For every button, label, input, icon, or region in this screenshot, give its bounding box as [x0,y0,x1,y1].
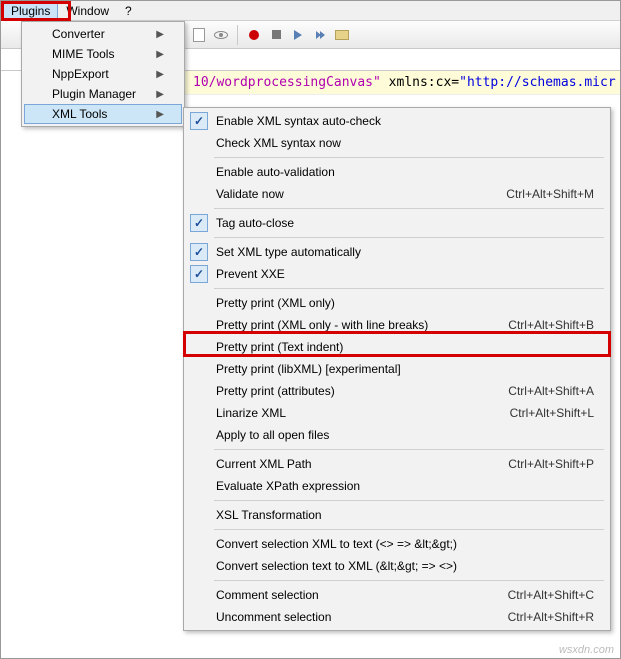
mi-label: Pretty print (Text indent) [216,339,343,355]
shortcut: Ctrl+Alt+Shift+P [508,456,594,472]
mi-pretty-print-xml-linebreaks[interactable]: Pretty print (XML only - with line break… [186,314,608,336]
check-icon: ✓ [190,243,208,261]
mi-label: Convert selection text to XML (&lt;&gt; … [216,558,457,574]
mi-comment-selection[interactable]: Comment selection Ctrl+Alt+Shift+C [186,584,608,606]
menu-mime-label: MIME Tools [52,47,114,61]
chevron-right-icon: ▶ [156,89,164,100]
editor-line[interactable]: 10/wordprocessingCanvas" xmlns:cx="http:… [185,71,620,95]
shortcut: Ctrl+Alt+Shift+B [508,317,594,333]
menu-xmltools-label: XML Tools [52,107,107,121]
chevron-right-icon: ▶ [156,29,164,40]
record-icon[interactable] [246,27,262,43]
menu-nppexport-label: NppExport [52,67,109,81]
code-attr: xmlns:cx [381,75,451,90]
stop-icon[interactable] [268,27,284,43]
mi-set-xml-type[interactable]: ✓ Set XML type automatically [186,241,608,263]
mi-label: Apply to all open files [216,427,329,443]
mi-label: Convert selection XML to text (<> => &lt… [216,536,457,552]
mi-label: Check XML syntax now [216,135,341,151]
menu-separator [214,237,604,238]
mi-convert-xml-to-text[interactable]: Convert selection XML to text (<> => &lt… [186,533,608,555]
shortcut: Ctrl+Alt+Shift+C [508,587,594,603]
menu-separator [214,449,604,450]
mi-xsl-transformation[interactable]: XSL Transformation [186,504,608,526]
mi-label: Enable XML syntax auto-check [216,113,381,129]
check-icon: ✓ [190,214,208,232]
plugins-dropdown: Converter ▶ MIME Tools ▶ NppExport ▶ Plugin… [21,21,185,127]
mi-label: Uncomment selection [216,609,331,625]
shortcut: Ctrl+Alt+Shift+R [508,609,594,625]
mi-label: Validate now [216,186,284,202]
mi-enable-auto-check[interactable]: ✓ Enable XML syntax auto-check [186,110,608,132]
shortcut: Ctrl+Alt+Shift+A [508,383,594,399]
mi-label: Set XML type automatically [216,244,361,260]
mi-label: Pretty print (attributes) [216,383,335,399]
mi-pretty-print-attributes[interactable]: Pretty print (attributes) Ctrl+Alt+Shift+… [186,380,608,402]
mi-label: Current XML Path [216,456,312,472]
mi-linarize-xml[interactable]: Linarize XML Ctrl+Alt+Shift+L [186,402,608,424]
mi-apply-all-files[interactable]: Apply to all open files [186,424,608,446]
check-icon: ✓ [190,265,208,283]
menu-separator [214,288,604,289]
mi-uncomment-selection[interactable]: Uncomment selection Ctrl+Alt+Shift+R [186,606,608,628]
mi-current-xml-path[interactable]: Current XML Path Ctrl+Alt+Shift+P [186,453,608,475]
mi-label: Pretty print (XML only - with line break… [216,317,428,333]
menu-help[interactable]: ? [117,2,140,20]
chevron-right-icon: ▶ [156,49,164,60]
xml-tools-submenu: ✓ Enable XML syntax auto-check Check XML … [183,107,611,631]
mi-label: Linarize XML [216,405,286,421]
mi-evaluate-xpath[interactable]: Evaluate XPath expression [186,475,608,497]
mi-label: Evaluate XPath expression [216,478,360,494]
watermark-text: wsxdn.com [559,644,614,656]
menu-separator [214,529,604,530]
mi-label: Pretty print (XML only) [216,295,335,311]
mi-prevent-xxe[interactable]: ✓ Prevent XXE [186,263,608,285]
menu-separator [214,208,604,209]
menu-separator [214,580,604,581]
menu-mime-tools[interactable]: MIME Tools ▶ [24,44,182,64]
menu-window[interactable]: Window [58,2,117,20]
chevron-right-icon: ▶ [156,109,164,120]
toolbar-separator [237,25,238,45]
mi-label: Prevent XXE [216,266,285,282]
menubar: Plugins Window ? [1,1,620,21]
menu-converter-label: Converter [52,27,105,41]
eye-icon[interactable] [213,27,229,43]
mi-label: XSL Transformation [216,507,322,523]
menu-separator [214,500,604,501]
menu-pluginmgr-label: Plugin Manager [52,87,136,101]
mi-label: Enable auto-validation [216,164,335,180]
menu-separator [214,157,604,158]
menu-xml-tools[interactable]: XML Tools ▶ [24,104,182,124]
mi-convert-text-to-xml[interactable]: Convert selection text to XML (&lt;&gt; … [186,555,608,577]
mi-enable-auto-validation[interactable]: Enable auto-validation [186,161,608,183]
mi-pretty-print-xml[interactable]: Pretty print (XML only) [186,292,608,314]
code-eq: = [451,75,459,90]
menu-plugin-manager[interactable]: Plugin Manager ▶ [24,84,182,104]
mi-pretty-print-libxml[interactable]: Pretty print (libXML) [experimental] [186,358,608,380]
mi-tag-auto-close[interactable]: ✓ Tag auto-close [186,212,608,234]
mi-check-now[interactable]: Check XML syntax now [186,132,608,154]
mi-validate-now[interactable]: Validate now Ctrl+Alt+Shift+M [186,183,608,205]
shortcut: Ctrl+Alt+Shift+M [506,186,594,202]
play-icon[interactable] [290,27,306,43]
chevron-right-icon: ▶ [156,69,164,80]
menu-plugins[interactable]: Plugins [3,2,58,20]
shortcut: Ctrl+Alt+Shift+L [510,405,594,421]
menu-converter[interactable]: Converter ▶ [24,24,182,44]
mi-label: Comment selection [216,587,319,603]
page-icon[interactable] [191,27,207,43]
save-macro-icon[interactable] [334,27,350,43]
mi-pretty-print-text-indent[interactable]: Pretty print (Text indent) [186,336,608,358]
code-string-1: 10/wordprocessingCanvas" [193,75,381,90]
code-string-2: "http://schemas.micr [459,75,616,90]
fast-forward-icon[interactable] [312,27,328,43]
mi-label: Pretty print (libXML) [experimental] [216,361,401,377]
mi-label: Tag auto-close [216,215,294,231]
menu-nppexport[interactable]: NppExport ▶ [24,64,182,84]
check-icon: ✓ [190,112,208,130]
